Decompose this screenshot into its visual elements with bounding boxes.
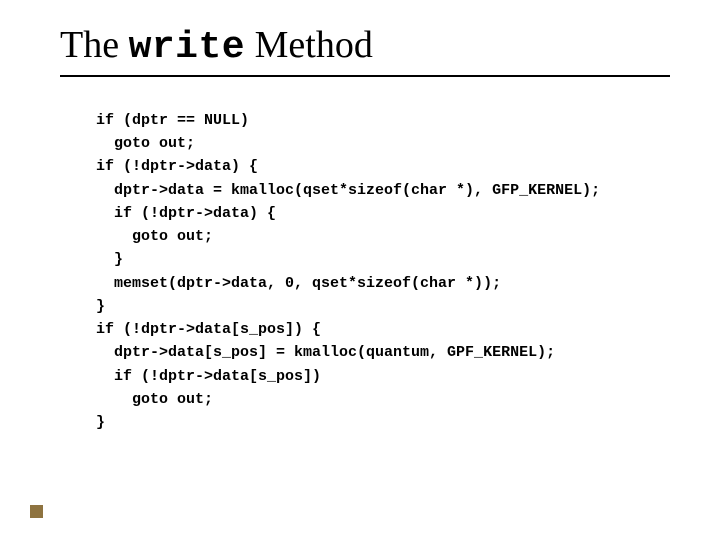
code-line: dptr->data = kmalloc(qset*sizeof(char *)…: [96, 179, 670, 202]
accent-square-icon: [30, 505, 43, 518]
code-line: if (!dptr->data) {: [96, 202, 670, 225]
code-line: memset(dptr->data, 0, qset*sizeof(char *…: [96, 272, 670, 295]
code-line: goto out;: [96, 225, 670, 248]
slide: The write Method if (dptr == NULL) goto …: [0, 0, 720, 540]
title-post: Method: [245, 24, 373, 66]
code-line: }: [96, 411, 670, 434]
code-line: dptr->data[s_pos] = kmalloc(quantum, GPF…: [96, 341, 670, 364]
code-block: if (dptr == NULL) goto out;if (!dptr->da…: [96, 109, 670, 435]
code-line: if (dptr == NULL): [96, 109, 670, 132]
code-line: if (!dptr->data[s_pos]) {: [96, 318, 670, 341]
code-line: goto out;: [96, 388, 670, 411]
code-line: if (!dptr->data[s_pos]): [96, 365, 670, 388]
title-wrap: The write Method: [60, 25, 670, 77]
code-line: }: [96, 295, 670, 318]
code-line: if (!dptr->data) {: [96, 155, 670, 178]
title-pre: The: [60, 24, 129, 66]
slide-title: The write Method: [60, 25, 670, 69]
code-line: }: [96, 248, 670, 271]
code-line: goto out;: [96, 132, 670, 155]
title-mono: write: [129, 26, 246, 69]
